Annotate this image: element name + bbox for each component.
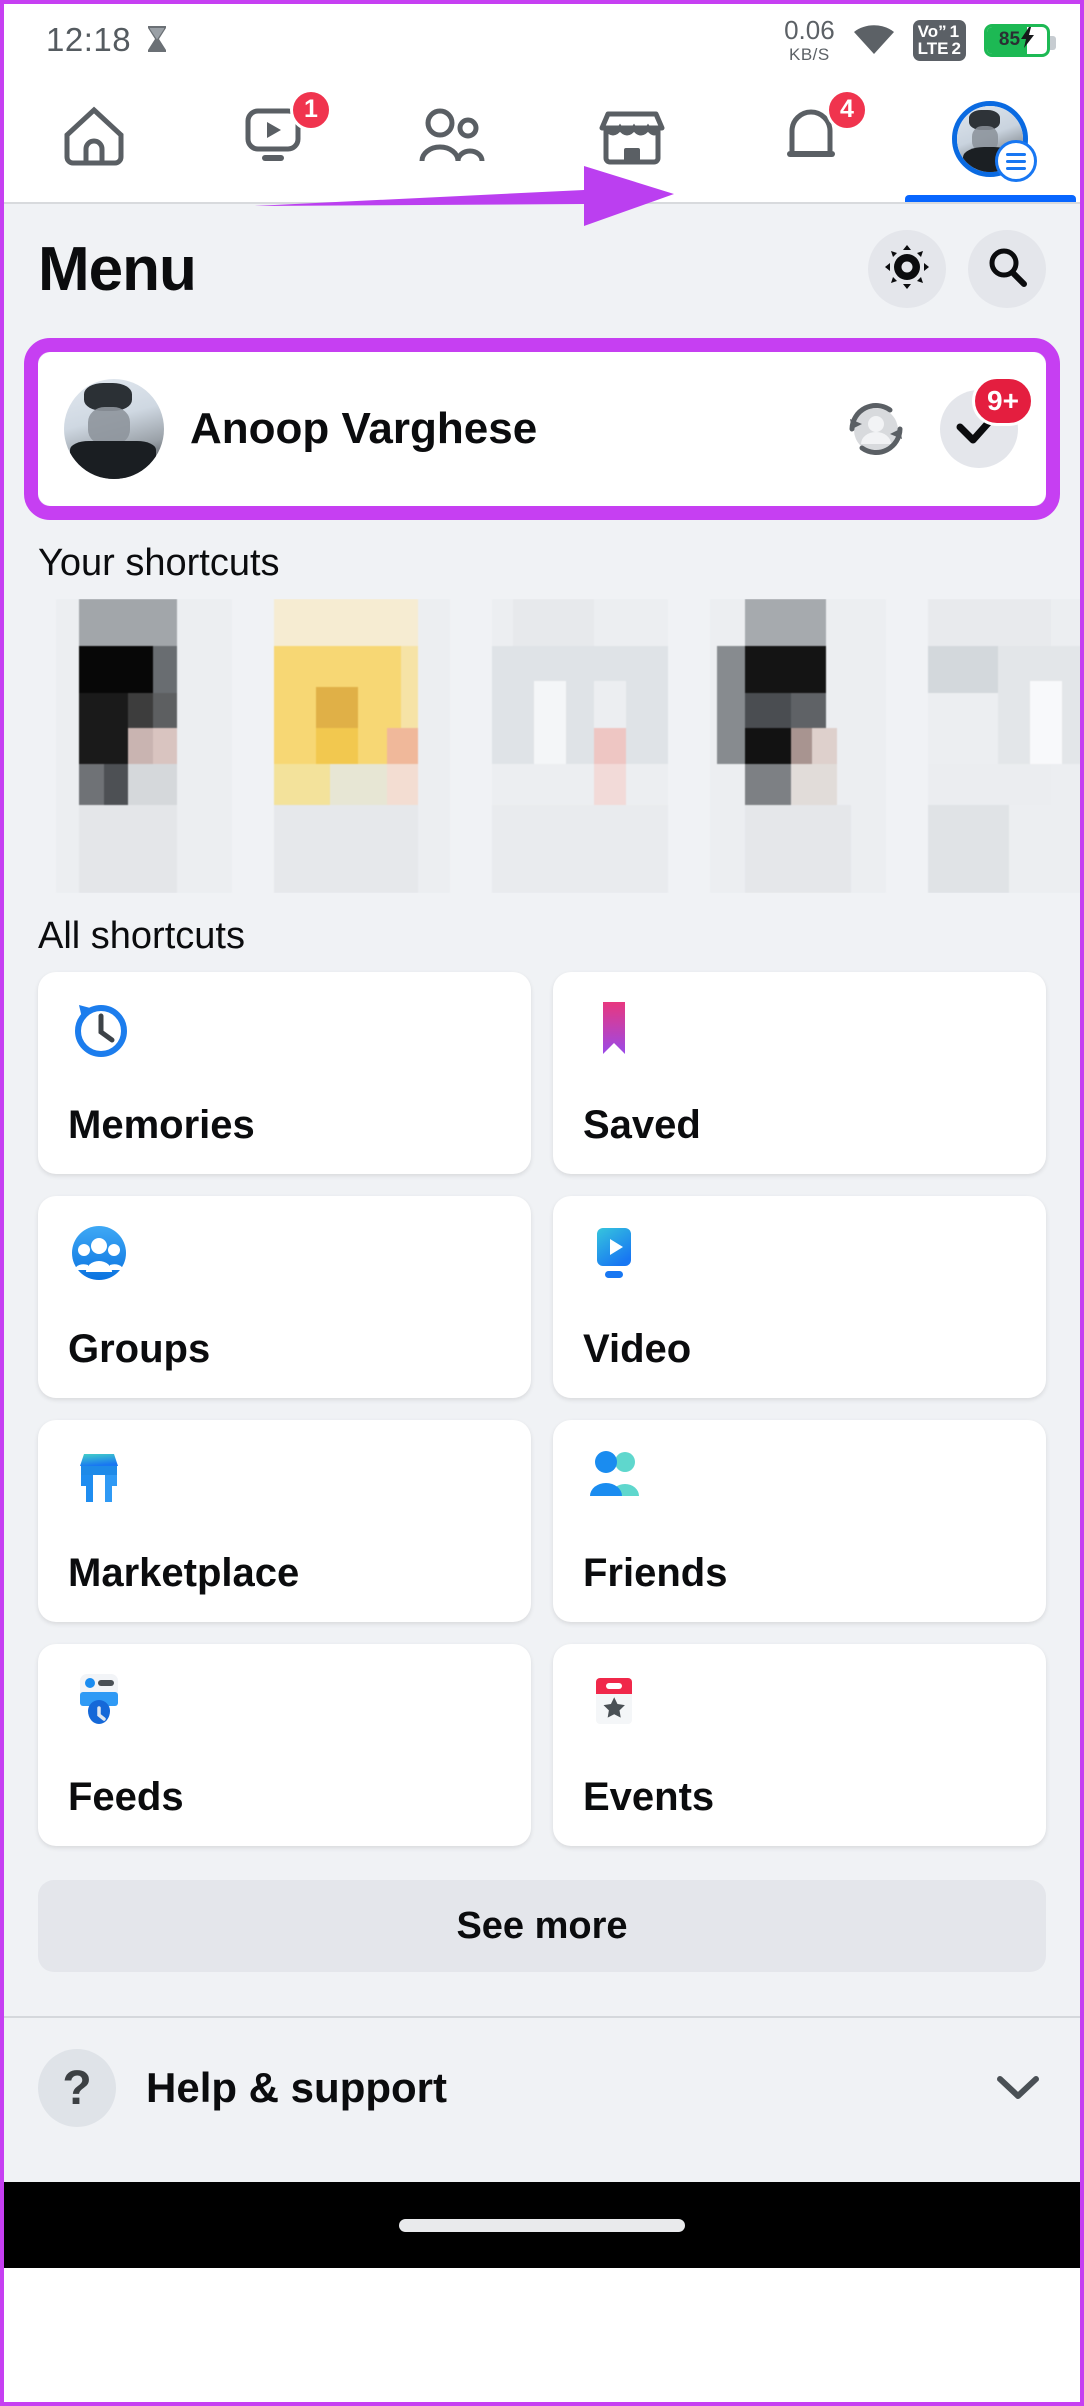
menu-actions bbox=[868, 230, 1046, 308]
shortcut-memories[interactable]: Memories bbox=[38, 972, 531, 1174]
page-title: Menu bbox=[38, 234, 197, 304]
avatar[interactable] bbox=[952, 101, 1038, 182]
list-item[interactable] bbox=[928, 599, 1080, 893]
volte-label-2: LTE bbox=[917, 39, 949, 58]
video-icon: 1 bbox=[240, 88, 332, 174]
settings-button[interactable] bbox=[868, 230, 946, 308]
status-bar-right: 0.06 KB/S Vo” 1 LTE 2 85 bbox=[784, 17, 1056, 63]
list-item[interactable] bbox=[56, 599, 232, 893]
help-and-support-row[interactable]: ? Help & support bbox=[4, 2018, 1080, 2158]
shortcut-label: Video bbox=[583, 1327, 692, 1371]
wifi-icon bbox=[853, 24, 895, 56]
shortcut-label: Feeds bbox=[68, 1775, 184, 1819]
volte-sim-1: 1 bbox=[949, 21, 960, 41]
menu-body: Menu Anoop Varghese 9+ Your shortcuts Al… bbox=[4, 204, 1080, 2268]
feeds-icon bbox=[68, 1670, 130, 1732]
volte-sim-2: 2 bbox=[951, 39, 961, 58]
system-navigation-bar bbox=[4, 2182, 1080, 2268]
profile-name: Anoop Varghese bbox=[190, 404, 538, 453]
sidebar-item-friends[interactable] bbox=[363, 76, 542, 202]
gear-icon bbox=[885, 244, 929, 294]
sidebar-item-video[interactable]: 1 bbox=[183, 76, 362, 202]
video-play-icon bbox=[583, 1222, 645, 1284]
shortcut-video[interactable]: Video bbox=[553, 1196, 1046, 1398]
switch-account-icon[interactable] bbox=[838, 391, 914, 467]
groups-icon bbox=[68, 1222, 130, 1284]
question-mark-icon: ? bbox=[38, 2049, 116, 2127]
sidebar-item-home[interactable] bbox=[4, 76, 183, 202]
list-item[interactable] bbox=[710, 599, 886, 893]
hamburger-menu-icon[interactable] bbox=[995, 140, 1038, 182]
menu-header: Menu bbox=[4, 204, 1080, 330]
shortcut-label: Groups bbox=[68, 1327, 211, 1371]
lightning-bolt-icon bbox=[1021, 27, 1035, 53]
your-shortcuts-strip[interactable] bbox=[4, 599, 1080, 893]
bookmark-icon bbox=[583, 998, 645, 1060]
video-badge: 1 bbox=[289, 88, 332, 131]
shortcut-groups[interactable]: Groups bbox=[38, 1196, 531, 1398]
friends-icon bbox=[416, 107, 488, 172]
search-icon bbox=[985, 245, 1029, 294]
shortcut-label: Events bbox=[583, 1775, 715, 1819]
all-shortcuts-heading: All shortcuts bbox=[38, 915, 245, 957]
shortcut-feeds[interactable]: Feeds bbox=[38, 1644, 531, 1846]
network-speed-unit: KB/S bbox=[788, 45, 830, 64]
bell-icon: 4 bbox=[780, 88, 868, 174]
volte-label-1: Vo” bbox=[917, 21, 947, 41]
marketplace-icon bbox=[598, 106, 666, 173]
network-speed: 0.06 KB/S bbox=[784, 17, 835, 63]
help-and-support-label: Help & support bbox=[146, 2064, 447, 2111]
chevron-down-icon[interactable] bbox=[996, 2074, 1040, 2102]
status-clock: 12:18 bbox=[46, 21, 132, 58]
battery-indicator: 85 bbox=[984, 23, 1056, 57]
network-speed-value: 0.06 bbox=[784, 15, 835, 45]
shortcut-events[interactable]: Events bbox=[553, 1644, 1046, 1846]
top-navigation-bar: 1 4 bbox=[4, 76, 1080, 226]
list-item[interactable] bbox=[274, 599, 450, 893]
search-button[interactable] bbox=[968, 230, 1046, 308]
shortcut-label: Friends bbox=[583, 1551, 728, 1595]
phone-screen: 12:18 0.06 KB/S Vo” 1 LTE 2 85 1 4 Menu … bbox=[0, 0, 1084, 2406]
calendar-star-icon bbox=[583, 1670, 645, 1732]
confirmed-check-button[interactable]: 9+ bbox=[940, 376, 1034, 468]
home-pill-indicator[interactable] bbox=[399, 2218, 685, 2232]
profile-card-highlight: Anoop Varghese 9+ bbox=[24, 338, 1060, 520]
shortcut-label: Marketplace bbox=[68, 1551, 300, 1595]
shortcut-label: Memories bbox=[68, 1103, 255, 1147]
volte-indicator: Vo” 1 LTE 2 bbox=[912, 19, 966, 61]
storefront-icon bbox=[68, 1446, 130, 1508]
battery-percent: 85 bbox=[998, 29, 1021, 50]
sidebar-item-menu-profile[interactable] bbox=[901, 76, 1080, 202]
shortcut-label: Saved bbox=[583, 1103, 701, 1147]
status-bar-left: 12:18 bbox=[46, 21, 169, 59]
shortcut-marketplace[interactable]: Marketplace bbox=[38, 1420, 531, 1622]
list-item[interactable] bbox=[492, 599, 668, 893]
status-bar: 12:18 0.06 KB/S Vo” 1 LTE 2 85 bbox=[4, 4, 1080, 76]
home-icon bbox=[61, 105, 127, 174]
hourglass-icon bbox=[145, 25, 169, 55]
clock-rewind-icon bbox=[68, 998, 130, 1060]
friends-pair-icon bbox=[583, 1446, 645, 1508]
all-shortcuts-grid: Memories Saved Groups Video Marketplace … bbox=[4, 972, 1080, 1846]
notifications-badge: 4 bbox=[825, 88, 868, 131]
shortcut-friends[interactable]: Friends bbox=[553, 1420, 1046, 1622]
see-more-button[interactable]: See more bbox=[38, 1880, 1046, 1972]
sidebar-item-notifications[interactable]: 4 bbox=[721, 76, 900, 202]
sidebar-item-marketplace[interactable] bbox=[542, 76, 721, 202]
status-badge: 9+ bbox=[972, 376, 1034, 426]
your-shortcuts-heading: Your shortcuts bbox=[38, 542, 280, 584]
profile-card[interactable]: Anoop Varghese 9+ bbox=[38, 352, 1046, 506]
shortcut-saved[interactable]: Saved bbox=[553, 972, 1046, 1174]
profile-avatar bbox=[64, 379, 164, 479]
